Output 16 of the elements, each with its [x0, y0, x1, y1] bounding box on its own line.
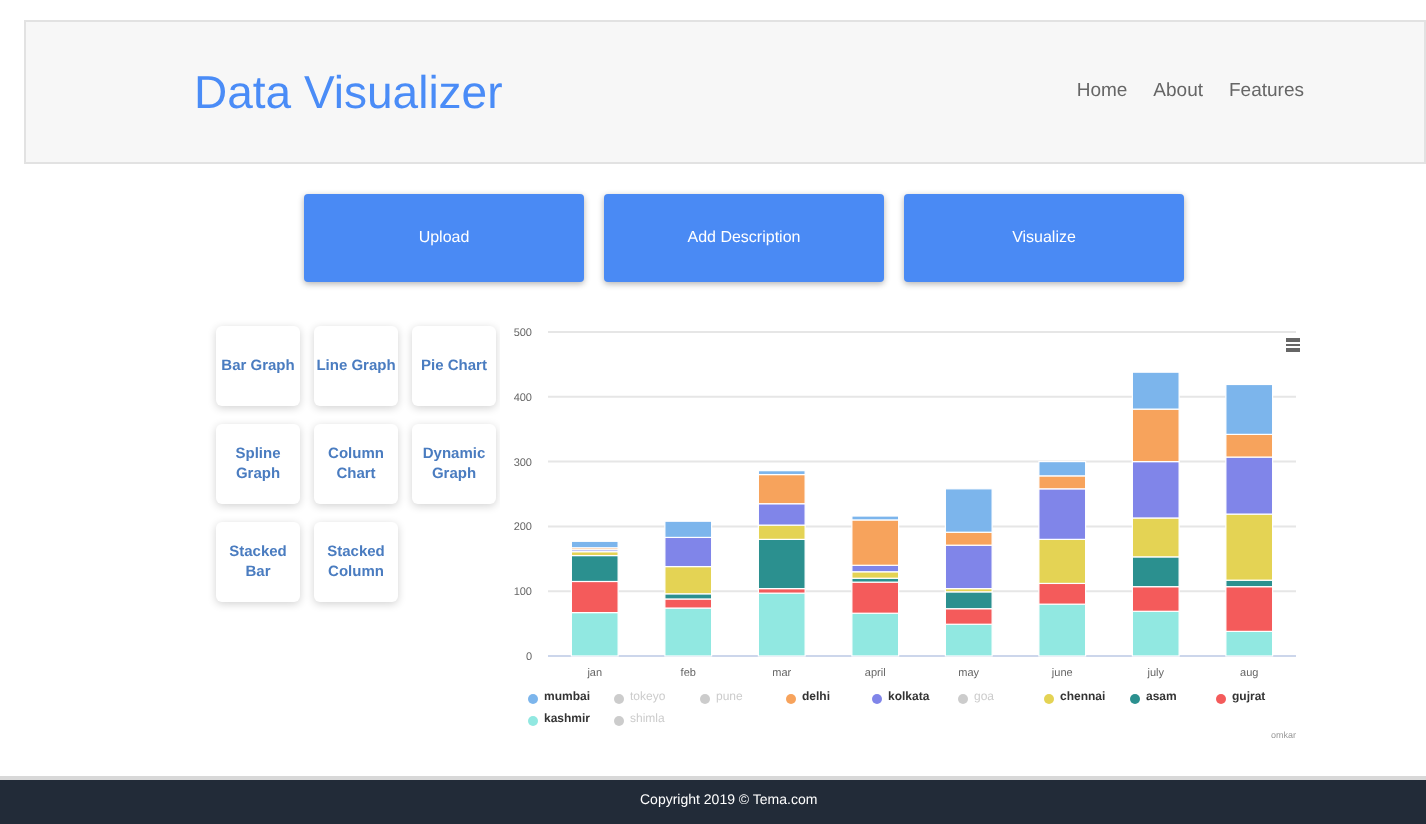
bar-segment	[570, 580, 619, 614]
bar-segment	[1131, 461, 1180, 519]
bar-segment	[1131, 556, 1180, 588]
nav-link[interactable]: About	[1153, 77, 1203, 107]
action-button[interactable]: Visualize	[904, 194, 1184, 282]
bar-segment	[1131, 408, 1180, 463]
action-button[interactable]: Add Description	[604, 194, 884, 282]
site-title: Data Visualizer	[194, 63, 503, 122]
menu-icon[interactable]	[1286, 338, 1300, 351]
bar-segment	[1131, 371, 1180, 410]
action-button[interactable]: Upload	[304, 194, 584, 282]
bar-segment	[851, 612, 900, 657]
bar-segment	[1131, 517, 1180, 558]
nav-link[interactable]: Home	[1076, 77, 1128, 107]
bar-segment	[570, 612, 619, 657]
nav-link[interactable]: Features	[1229, 77, 1304, 107]
